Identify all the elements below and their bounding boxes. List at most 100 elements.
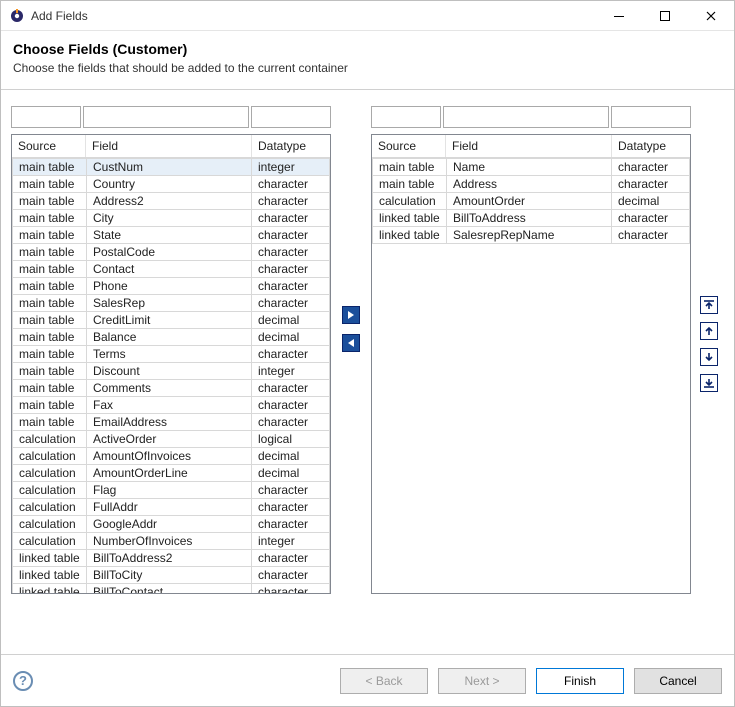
cell-datatype: decimal [252, 465, 330, 482]
table-row[interactable]: calculationActiveOrderlogical [13, 431, 330, 448]
table-row[interactable]: main tableStatecharacter [13, 227, 330, 244]
cell-field: Contact [87, 261, 252, 278]
table-row[interactable]: calculationNumberOfInvoicesinteger [13, 533, 330, 550]
table-row[interactable]: linked tableBillToContactcharacter [13, 584, 330, 594]
move-down-button[interactable] [700, 348, 718, 366]
selected-header-field[interactable]: Field [446, 135, 612, 157]
minimize-button[interactable] [596, 1, 642, 31]
cell-source: calculation [13, 448, 87, 465]
table-row[interactable]: calculationGoogleAddrcharacter [13, 516, 330, 533]
finish-button[interactable]: Finish [536, 668, 624, 694]
table-row[interactable]: main tableEmailAddresscharacter [13, 414, 330, 431]
cell-datatype: integer [252, 159, 330, 176]
cell-datatype: decimal [252, 329, 330, 346]
cell-datatype: character [612, 159, 690, 176]
app-icon [9, 8, 25, 24]
table-row[interactable]: main tablePhonecharacter [13, 278, 330, 295]
table-row[interactable]: calculationAmountOrderdecimal [373, 193, 690, 210]
cell-datatype: decimal [612, 193, 690, 210]
available-source-filter[interactable] [11, 106, 81, 128]
cell-source: main table [13, 193, 87, 210]
selected-field-filter[interactable] [443, 106, 609, 128]
cell-datatype: character [252, 346, 330, 363]
cell-datatype: character [612, 210, 690, 227]
cell-source: calculation [13, 482, 87, 499]
table-row[interactable]: linked tableBillToAddresscharacter [373, 210, 690, 227]
available-header-source[interactable]: Source [12, 135, 86, 157]
selected-header-datatype[interactable]: Datatype [612, 135, 690, 157]
add-field-button[interactable] [342, 306, 360, 324]
available-field-filter[interactable] [83, 106, 249, 128]
table-row[interactable]: main tableSalesRepcharacter [13, 295, 330, 312]
cell-field: CustNum [87, 159, 252, 176]
cell-field: AmountOfInvoices [87, 448, 252, 465]
table-row[interactable]: main tableBalancedecimal [13, 329, 330, 346]
cell-field: Flag [87, 482, 252, 499]
table-row[interactable]: main tableContactcharacter [13, 261, 330, 278]
table-row[interactable]: main tableFaxcharacter [13, 397, 330, 414]
cell-source: main table [13, 210, 87, 227]
next-button[interactable]: Next > [438, 668, 526, 694]
selected-header-source[interactable]: Source [372, 135, 446, 157]
cell-datatype: character [252, 261, 330, 278]
cell-source: calculation [13, 516, 87, 533]
available-fields-panel: Source Field Datatype main tableCustNumi… [11, 106, 331, 594]
table-row[interactable]: main tablePostalCodecharacter [13, 244, 330, 261]
cell-datatype: character [252, 550, 330, 567]
cell-datatype: character [252, 516, 330, 533]
table-row[interactable]: main tableNamecharacter [373, 159, 690, 176]
cell-datatype: logical [252, 431, 330, 448]
page-title: Choose Fields (Customer) [13, 41, 722, 57]
cell-field: Fax [87, 397, 252, 414]
table-row[interactable]: linked tableBillToCitycharacter [13, 567, 330, 584]
close-button[interactable] [688, 1, 734, 31]
remove-field-button[interactable] [342, 334, 360, 352]
table-row[interactable]: main tableCitycharacter [13, 210, 330, 227]
selected-source-filter[interactable] [371, 106, 441, 128]
available-datatype-filter[interactable] [251, 106, 331, 128]
wizard-header: Choose Fields (Customer) Choose the fiel… [1, 31, 734, 90]
move-bottom-button[interactable] [700, 374, 718, 392]
cell-field: City [87, 210, 252, 227]
table-row[interactable]: calculationFlagcharacter [13, 482, 330, 499]
cell-field: CreditLimit [87, 312, 252, 329]
available-fields-grid[interactable]: Source Field Datatype main tableCustNumi… [11, 134, 331, 594]
cell-source: main table [13, 363, 87, 380]
cell-source: linked table [373, 210, 447, 227]
cell-field: BillToAddress [447, 210, 612, 227]
move-up-button[interactable] [700, 322, 718, 340]
cell-source: linked table [13, 567, 87, 584]
available-header-datatype[interactable]: Datatype [252, 135, 330, 157]
cancel-button[interactable]: Cancel [634, 668, 722, 694]
table-row[interactable]: main tableAddress2character [13, 193, 330, 210]
table-row[interactable]: main tableCountrycharacter [13, 176, 330, 193]
table-row[interactable]: main tableAddresscharacter [373, 176, 690, 193]
table-row[interactable]: linked tableSalesrepRepNamecharacter [373, 227, 690, 244]
titlebar: Add Fields [1, 1, 734, 31]
table-row[interactable]: main tableCreditLimitdecimal [13, 312, 330, 329]
table-row[interactable]: linked tableBillToAddress2character [13, 550, 330, 567]
cell-source: main table [13, 329, 87, 346]
cell-datatype: character [612, 227, 690, 244]
selected-fields-panel: Source Field Datatype main tableNamechar… [371, 106, 691, 594]
selected-datatype-filter[interactable] [611, 106, 691, 128]
cell-field: AmountOrderLine [87, 465, 252, 482]
table-row[interactable]: main tableDiscountinteger [13, 363, 330, 380]
cell-source: linked table [13, 550, 87, 567]
table-row[interactable]: calculationAmountOfInvoicesdecimal [13, 448, 330, 465]
cell-field: Address [447, 176, 612, 193]
help-icon[interactable]: ? [13, 671, 33, 691]
maximize-button[interactable] [642, 1, 688, 31]
table-row[interactable]: main tableCommentscharacter [13, 380, 330, 397]
cell-source: main table [13, 380, 87, 397]
table-row[interactable]: main tableCustNuminteger [13, 159, 330, 176]
selected-fields-grid[interactable]: Source Field Datatype main tableNamechar… [371, 134, 691, 594]
table-row[interactable]: calculationFullAddrcharacter [13, 499, 330, 516]
table-row[interactable]: main tableTermscharacter [13, 346, 330, 363]
available-header-field[interactable]: Field [86, 135, 252, 157]
cell-datatype: character [252, 227, 330, 244]
move-top-button[interactable] [700, 296, 718, 314]
cell-source: main table [13, 397, 87, 414]
table-row[interactable]: calculationAmountOrderLinedecimal [13, 465, 330, 482]
back-button[interactable]: < Back [340, 668, 428, 694]
